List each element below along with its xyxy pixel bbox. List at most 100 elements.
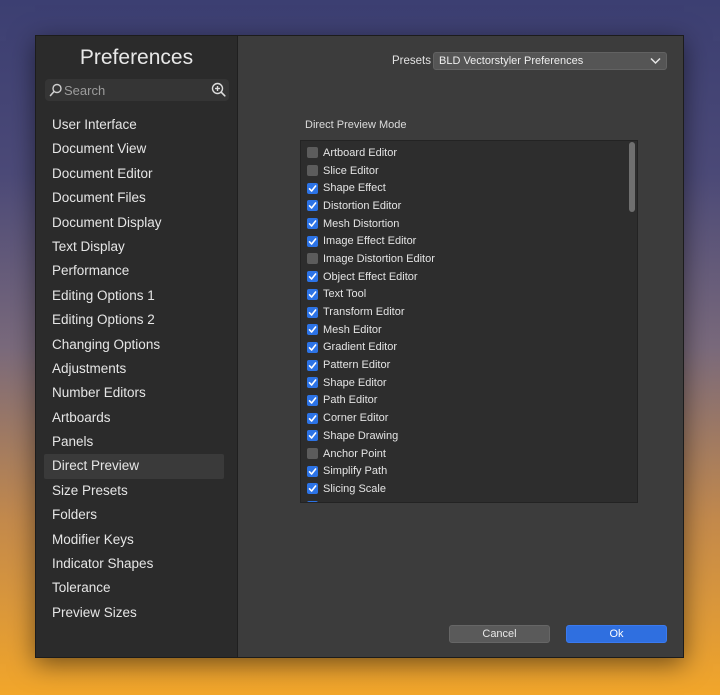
sidebar-item[interactable]: Document Files [44,186,224,210]
checkbox[interactable] [307,288,318,300]
search-box[interactable] [45,79,229,101]
list-item[interactable]: Image Effect Editor [307,232,617,250]
checkbox[interactable] [307,271,318,283]
list-item-label: Corner Editor [323,412,389,425]
list-item[interactable]: Pattern Editor [307,356,617,374]
checkbox[interactable] [307,483,318,495]
scrollbar[interactable] [628,142,636,501]
list-item-label: Shape Drawing [323,429,399,442]
checkbox[interactable] [307,218,318,230]
chevron-down-icon [650,57,661,65]
list-item-label: Slice Editor [323,164,379,177]
sidebar-item[interactable]: Size Presets [44,479,224,503]
list-item[interactable]: Transform Editor [307,303,617,321]
list-item-label: Text Tool [323,288,367,301]
list-item-label: Mesh Editor [323,323,382,336]
checkbox[interactable] [307,324,318,336]
checkbox[interactable] [307,306,318,318]
sidebar-item[interactable]: Panels [44,430,224,454]
list-item-label: Stroke Profile [323,501,389,502]
checkbox[interactable] [307,200,318,212]
sidebar-item[interactable]: Direct Preview [44,454,224,479]
list-item-label: Anchor Point [323,447,386,460]
checkbox[interactable] [307,501,318,502]
list-item[interactable]: Gradient Editor [307,339,617,357]
list-item[interactable]: Simplify Path [307,462,617,480]
sidebar-item[interactable]: Document View [44,137,224,161]
sidebar-item[interactable]: Tolerance [44,576,224,600]
list-item-label: Simplify Path [323,465,388,478]
list-item-label: Image Effect Editor [323,235,417,248]
presets-label: Presets [392,55,431,67]
list-item[interactable]: Slicing Scale [307,480,617,498]
checkbox[interactable] [307,430,318,442]
list-item-label: Transform Editor [323,306,405,319]
checkbox[interactable] [307,341,318,353]
list-item[interactable]: Text Tool [307,286,617,304]
sidebar-item[interactable]: Editing Options 2 [44,308,224,332]
sidebar-item[interactable]: Modifier Keys [44,528,224,552]
checkmark-icon [308,397,317,404]
list-item[interactable]: Shape Effect [307,179,617,197]
list-item[interactable]: Artboard Editor [307,144,617,162]
sidebar-item[interactable]: Adjustments [44,357,224,381]
zoom-in-icon[interactable] [211,82,226,97]
checkbox[interactable] [307,394,318,406]
list-items: Artboard Editor Slice Editor Shape Effect D… [307,144,617,502]
checkbox[interactable] [307,448,318,460]
direct-preview-list[interactable]: Artboard Editor Slice Editor Shape Effect D… [300,140,638,503]
list-item[interactable]: Mesh Distortion [307,215,617,233]
list-item[interactable]: Shape Drawing [307,427,617,445]
list-item[interactable]: Mesh Editor [307,321,617,339]
presets-dropdown[interactable]: BLD Vectorstyler Preferences [433,52,667,70]
sidebar-item[interactable]: Indicator Shapes [44,552,224,576]
checkmark-icon [308,291,317,298]
list-item-label: Path Editor [323,394,378,407]
sidebar-item[interactable]: Folders [44,503,224,527]
window-title: Preferences [79,46,194,69]
list-item[interactable]: Object Effect Editor [307,268,617,286]
main-content: Presets BLD Vectorstyler Preferences Dir… [238,36,683,657]
search-input[interactable] [64,80,204,100]
checkbox[interactable] [307,359,318,371]
list-item[interactable]: Corner Editor [307,409,617,427]
checkbox[interactable] [307,182,318,194]
sidebar-item[interactable]: User Interface [44,113,224,137]
scroll-thumb[interactable] [629,142,635,212]
checkmark-icon [308,485,317,493]
checkbox[interactable] [307,465,318,477]
list-item-label: Shape Editor [323,376,387,389]
list-item[interactable]: Slice Editor [307,162,617,180]
ok-button[interactable]: Ok [566,625,667,643]
list-item[interactable]: Stroke Profile [307,498,617,502]
list-item[interactable]: Path Editor [307,392,617,410]
checkbox[interactable] [307,165,318,177]
sidebar-item[interactable]: Artboards [44,406,224,430]
presets-value: BLD Vectorstyler Preferences [439,55,584,67]
list-item-label: Object Effect Editor [323,270,418,283]
checkmark-icon [308,326,317,334]
sidebar-item[interactable]: Number Editors [44,381,224,405]
checkbox[interactable] [307,235,318,247]
sidebar-item[interactable]: Editing Options 1 [44,284,224,308]
checkmark-icon [308,414,317,422]
sidebar-item[interactable]: Text Display [44,235,224,259]
checkmark-icon [308,202,317,210]
sidebar-item[interactable]: Document Display [44,211,224,235]
list-item[interactable]: Shape Editor [307,374,617,392]
sidebar-nav: User Interface Document View Document Edit… [44,113,224,625]
checkbox[interactable] [307,377,318,389]
sidebar-item[interactable]: Preview Sizes [44,601,224,625]
list-item[interactable]: Image Distortion Editor [307,250,617,268]
sidebar-item[interactable]: Document Editor [44,162,224,186]
checkbox[interactable] [307,147,318,159]
checkbox[interactable] [307,412,318,424]
checkmark-icon [308,361,317,369]
list-item[interactable]: Anchor Point [307,445,617,463]
list-item[interactable]: Distortion Editor [307,197,617,215]
sidebar-item[interactable]: Changing Options [44,333,224,357]
checkmark-icon [308,308,317,316]
cancel-button[interactable]: Cancel [449,625,550,643]
sidebar-item[interactable]: Performance [44,259,224,283]
checkbox[interactable] [307,253,318,265]
